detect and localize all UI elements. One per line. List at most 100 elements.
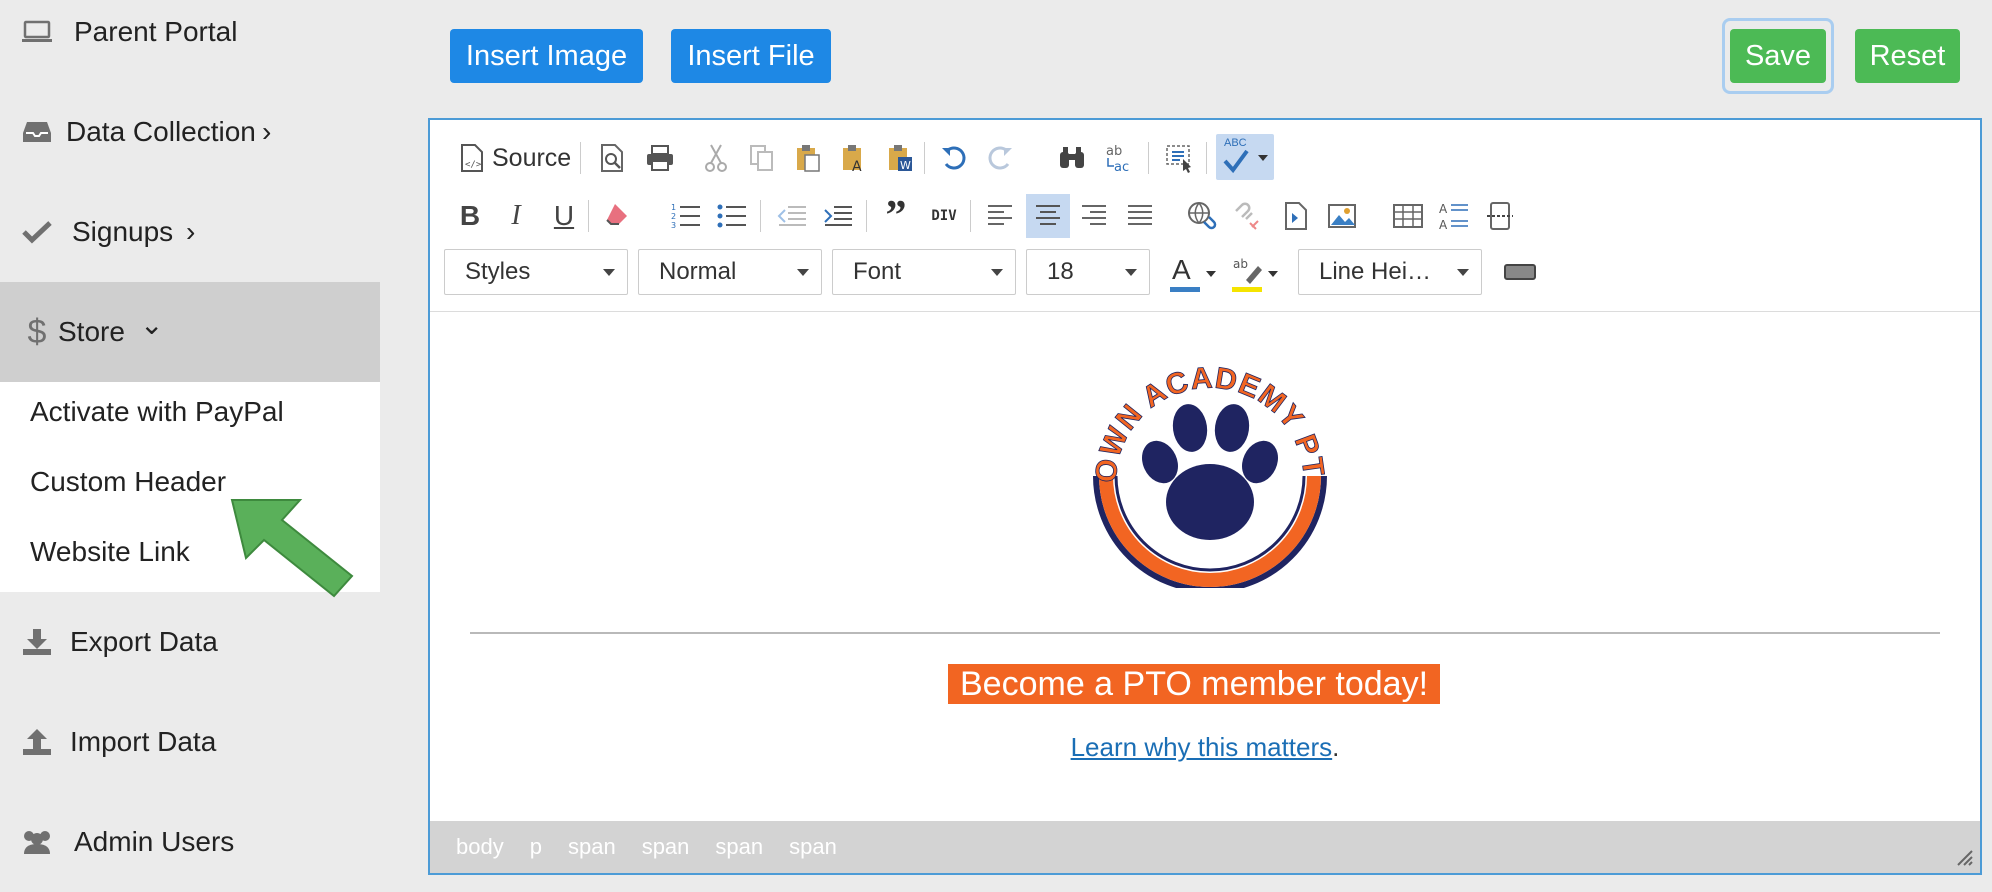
source-button-label[interactable]: Source [492,144,571,173]
reset-button[interactable]: Reset [1855,29,1960,83]
chevron-down-icon: ⌄ [140,309,164,340]
background-color-button[interactable]: ab [1230,254,1284,294]
resize-handle-icon[interactable] [1956,849,1974,867]
nav-parent-portal[interactable]: Parent Portal [0,0,380,82]
svg-text:W: W [900,159,911,172]
insert-file-button[interactable]: Insert File [671,29,831,83]
editor-content[interactable]: TOWN ACADEMY PTO Become a PTO member tod… [430,312,1980,822]
svg-text:</>: </> [465,160,482,170]
input-field-icon[interactable] [1504,264,1536,280]
path-item-span[interactable]: span [789,834,837,860]
undo-icon[interactable] [934,138,974,178]
path-item-span[interactable]: span [642,834,690,860]
justify-icon[interactable] [1120,196,1160,236]
line-height-dropdown-value: Line Hei… [1319,258,1432,285]
upload-icon [20,725,54,759]
svg-text:A: A [852,159,862,173]
check-icon [20,215,54,249]
chevron-down-icon [603,269,615,276]
nav-label: Admin Users [74,826,235,857]
membership-banner: Become a PTO member today! [948,664,1441,704]
svg-text:3: 3 [671,221,676,230]
styles-dropdown[interactable]: Styles [444,249,628,295]
chevron-down-icon [1125,269,1137,276]
save-button[interactable]: Save [1730,29,1826,83]
numbered-list-icon[interactable]: 123 [666,196,706,236]
font-dropdown[interactable]: Font [832,249,1016,295]
insert-image-button[interactable]: Insert Image [450,29,643,83]
svg-text:ab: ab [1233,257,1248,271]
learn-more-paragraph: Learn why this matters. [430,732,1980,763]
element-path-bar: body p span span span span [430,821,1980,873]
align-left-icon[interactable] [980,196,1020,236]
path-item-span[interactable]: span [568,834,616,860]
anchor-icon[interactable] [1276,196,1316,236]
bulleted-list-icon[interactable] [712,196,752,236]
print-icon[interactable] [640,138,680,178]
bold-icon[interactable]: B [450,196,490,236]
pointer-arrow [230,499,354,598]
toolbar-separator [970,200,971,232]
nav-label: Signups [72,216,174,247]
text-color-swatch [1170,287,1200,292]
highlighter-icon: ab [1233,257,1262,284]
spellcheck-button[interactable]: ABC [1216,134,1274,180]
nav-label: Store [58,316,125,347]
blockquote-icon[interactable]: ” [876,193,916,239]
toolbar-separator [760,200,761,232]
align-right-icon[interactable] [1074,196,1114,236]
italic-icon[interactable]: I [496,196,536,236]
cut-icon[interactable] [696,138,736,178]
inbox-icon [20,115,54,149]
nav-data-collection[interactable]: Data Collection › [0,82,380,182]
text-color-button[interactable]: A [1168,254,1222,294]
find-icon[interactable] [1052,138,1092,178]
path-item-p[interactable]: p [530,834,542,860]
submenu-activate-paypal[interactable]: Activate with PayPal [30,396,284,428]
image-icon[interactable] [1322,196,1362,236]
chevron-down-icon [991,269,1003,276]
align-center-icon[interactable] [1026,194,1070,238]
source-icon[interactable]: </> [452,138,492,178]
create-div-icon[interactable]: DIV [924,196,964,236]
nav-export-data[interactable]: Export Data [0,592,380,692]
chevron-down-icon [1258,155,1268,161]
svg-text:ab: ab [1106,144,1122,159]
learn-more-link[interactable]: Learn why this matters [1071,732,1333,762]
toolbar-separator [1148,142,1149,174]
nav-import-data[interactable]: Import Data [0,692,380,792]
format-dropdown[interactable]: Normal [638,249,822,295]
paste-icon[interactable] [788,138,828,178]
preview-icon[interactable] [592,138,632,178]
paste-text-icon[interactable]: A [834,138,874,178]
copy-icon[interactable] [742,138,782,178]
select-all-icon[interactable] [1160,138,1200,178]
nav-signups[interactable]: Signups › [0,182,380,282]
paste-from-word-icon[interactable]: W [880,138,920,178]
redo-icon[interactable] [980,138,1020,178]
remove-format-icon[interactable] [598,196,638,236]
page-break-icon[interactable] [1480,196,1520,236]
path-item-body[interactable]: body [456,834,504,860]
outdent-icon[interactable] [772,196,812,236]
font-size-dropdown[interactable]: 18 [1026,249,1150,295]
link-icon[interactable] [1182,196,1222,236]
nav-label: Export Data [70,626,218,657]
nav-store[interactable]: $ Store ⌄ [0,282,380,382]
path-item-span[interactable]: span [715,834,763,860]
chevron-down-icon [1206,271,1216,277]
chevron-right-icon: › [186,216,196,247]
text-direction-icon[interactable]: AA [1434,196,1474,236]
nav-admin-users[interactable]: Admin Users [0,792,380,892]
unlink-icon[interactable] [1228,196,1268,236]
town-academy-pto-logo: TOWN ACADEMY PTO [1092,352,1328,588]
submenu-website-link[interactable]: Website Link [30,536,190,568]
submenu-custom-header[interactable]: Custom Header [30,466,226,498]
table-icon[interactable] [1388,196,1428,236]
underline-icon[interactable]: U [544,196,584,236]
format-dropdown-value: Normal [659,258,737,285]
line-height-dropdown[interactable]: Line Hei… [1298,249,1482,295]
replace-icon[interactable]: ab ac [1100,138,1140,178]
chevron-down-icon [1457,269,1469,276]
indent-icon[interactable] [818,196,858,236]
